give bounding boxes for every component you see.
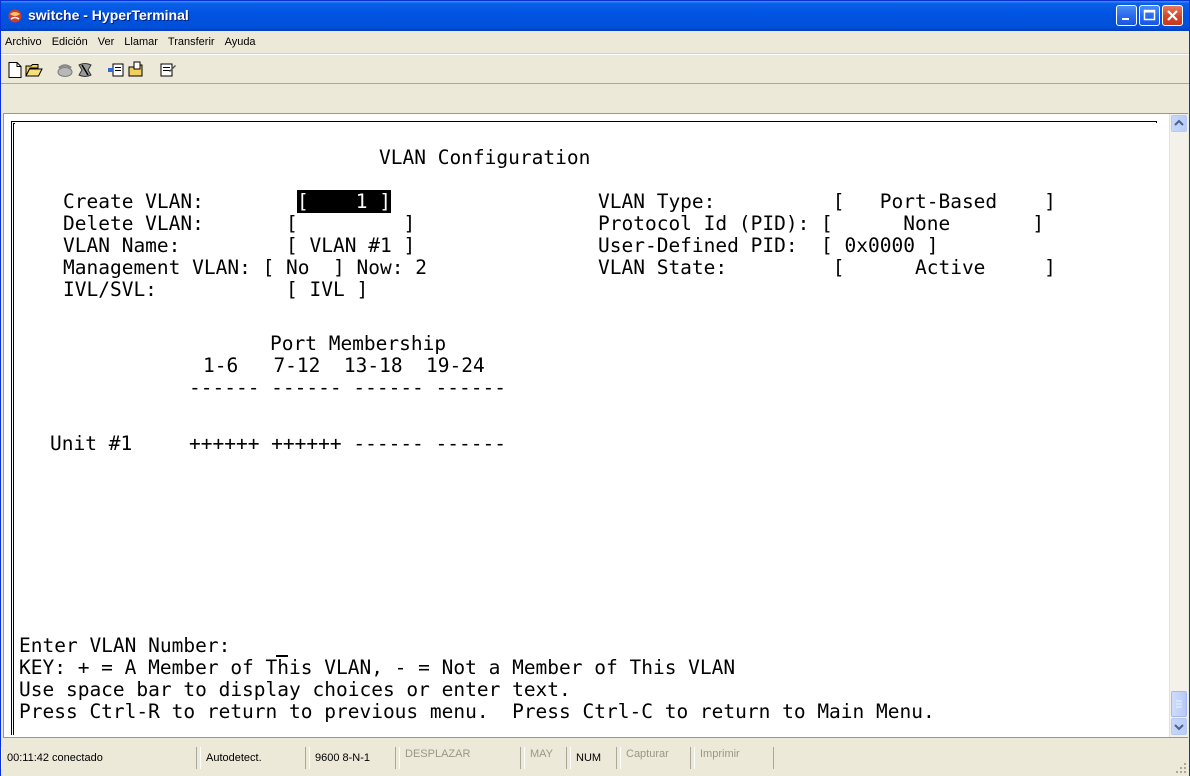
port-membership-header: 1-6 7-12 13-18 19-24 <box>203 354 485 377</box>
status-detect: Autodetect. <box>200 747 306 769</box>
menu-bar: Archivo Edición Ver Llamar Transferir Ay… <box>1 31 1189 54</box>
receive-icon[interactable] <box>128 61 146 79</box>
scroll-up-button[interactable] <box>1171 115 1187 132</box>
new-icon[interactable] <box>6 61 24 79</box>
status-connection-time: 00:11:42 conectado <box>1 747 197 769</box>
management-vlan-line[interactable]: Management VLAN: [ No ] Now: 2 <box>63 257 427 279</box>
window-title: switche - HyperTerminal <box>28 7 189 23</box>
status-scroll-lock: DESPLAZAR <box>399 747 521 769</box>
status-port-settings: 9600 8-N-1 <box>309 747 396 769</box>
vlan-type-line[interactable]: VLAN Type: [ Port-Based ] <box>598 191 1056 213</box>
menu-edicion[interactable]: Edición <box>47 36 93 48</box>
menu-archivo[interactable]: Archivo <box>1 36 47 48</box>
create-vlan-label: Create VLAN: <box>63 190 204 213</box>
scroll-thumb[interactable] <box>1171 691 1187 717</box>
menu-llamar[interactable]: Llamar <box>119 36 163 48</box>
protocol-id-line[interactable]: Protocol Id (PID): [ None ] <box>598 213 1044 235</box>
properties-icon[interactable] <box>159 61 177 79</box>
close-button[interactable] <box>1162 5 1183 26</box>
scroll-down-button[interactable] <box>1171 718 1187 735</box>
status-caps-lock: MAY <box>524 747 567 769</box>
status-num-lock: NUM <box>570 747 617 769</box>
menu-transferir[interactable]: Transferir <box>163 36 220 48</box>
unit-label: Unit #1 <box>50 432 133 455</box>
help-space-line: Use space bar to display choices or ente… <box>19 678 571 701</box>
call-icon[interactable] <box>56 61 74 79</box>
open-icon[interactable] <box>25 61 43 79</box>
create-vlan-value: 1 ] <box>308 190 391 213</box>
chevron-down-icon <box>1174 724 1184 731</box>
user-defined-pid-line[interactable]: User-Defined PID: [ 0x0000 ] <box>598 235 938 257</box>
status-bar: 00:11:42 conectado Autodetect. 9600 8-N-… <box>1 742 1189 776</box>
unit-membership-values[interactable]: ++++++ ++++++ ------ ------ <box>189 433 506 455</box>
maximize-icon <box>1143 9 1156 21</box>
resize-grip-icon[interactable] <box>1175 762 1187 774</box>
menu-ayuda[interactable]: Ayuda <box>220 36 261 48</box>
chevron-up-icon <box>1174 119 1184 126</box>
create-vlan-field[interactable]: [ 1 ] <box>297 190 391 213</box>
vlan-number-prompt: Enter VLAN Number: <box>19 634 231 657</box>
minimize-icon <box>1122 18 1129 20</box>
toolbar <box>1 54 1189 84</box>
delete-vlan-line[interactable]: Delete VLAN: [ ] <box>63 213 415 235</box>
hyperterminal-icon <box>8 9 22 23</box>
ivl-svl-line[interactable]: IVL/SVL: [ IVL ] <box>63 279 368 301</box>
title-bar[interactable]: switche - HyperTerminal <box>1 1 1189 31</box>
maximize-button[interactable] <box>1139 5 1160 26</box>
vlan-state-line[interactable]: VLAN State: [ Active ] <box>598 257 1056 279</box>
status-print: Imprimir <box>694 747 774 769</box>
help-ctrl-line: Press Ctrl-R to return to previous menu.… <box>19 700 935 723</box>
vertical-scrollbar[interactable] <box>1169 114 1188 737</box>
vlan-name-line[interactable]: VLAN Name: [ VLAN #1 ] <box>63 235 415 257</box>
port-membership-divider: ------ ------ ------ ------ <box>189 376 506 399</box>
hang-up-icon[interactable] <box>76 61 94 79</box>
screen-heading: VLAN Configuration <box>379 146 591 169</box>
hyperterminal-window: switche - HyperTerminal Archivo Edición … <box>0 0 1190 776</box>
create-vlan-open-bracket: [ <box>297 190 309 213</box>
port-membership-title: Port Membership <box>270 332 447 355</box>
send-icon[interactable] <box>107 61 125 79</box>
minimize-button[interactable] <box>1116 5 1137 26</box>
close-icon <box>1167 10 1178 21</box>
status-capture: Capturar <box>620 747 691 769</box>
menu-ver[interactable]: Ver <box>93 36 120 48</box>
terminal-screen[interactable]: VLAN Configuration Create VLAN: [ 1 ] De… <box>15 123 1160 735</box>
help-key-line: KEY: + = A Member of This VLAN, - = Not … <box>19 656 736 679</box>
grip-lines-icon <box>1176 700 1182 708</box>
